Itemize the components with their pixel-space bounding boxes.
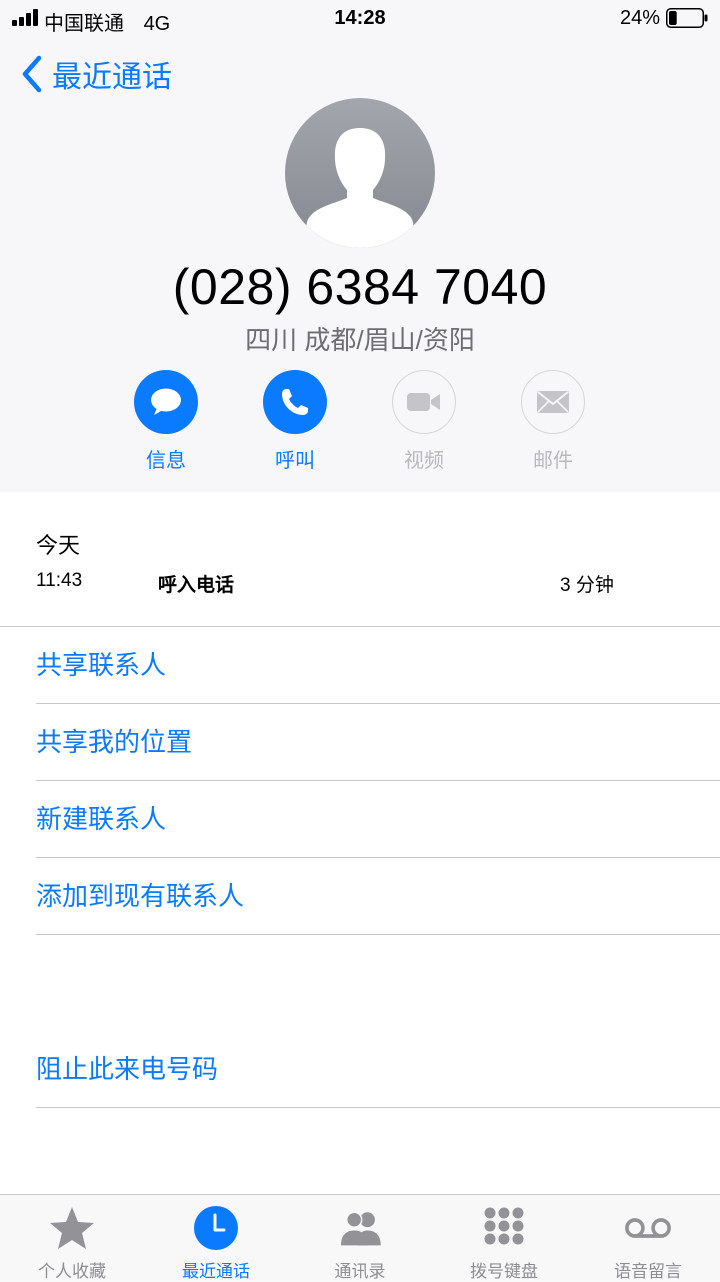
tab-label-voicemail: 语音留言 <box>614 1262 682 1281</box>
tab-keypad[interactable]: 拨号键盘 <box>432 1195 576 1281</box>
mail-label: 邮件 <box>533 450 573 472</box>
back-label: 最近通话 <box>52 61 172 94</box>
tab-voicemail[interactable]: 语音留言 <box>576 1195 720 1281</box>
person-silhouette-icon <box>285 98 435 248</box>
back-button[interactable]: 最近通话 <box>20 52 172 96</box>
add-to-existing-contact-link[interactable]: 添加到现有联系人 <box>36 876 244 916</box>
share-contact-link[interactable]: 共享联系人 <box>36 645 166 685</box>
call-duration: 3 分钟 <box>560 575 614 596</box>
message-bubble-icon <box>151 388 181 415</box>
share-location-link[interactable]: 共享我的位置 <box>36 722 192 762</box>
contact-avatar <box>285 98 435 248</box>
tab-recents[interactable]: 最近通话 <box>144 1195 288 1281</box>
action-buttons: 信息 呼叫 视频 邮件 <box>0 370 720 480</box>
divider <box>0 626 720 627</box>
call-label: 呼叫 <box>275 450 315 472</box>
tab-label-favorites: 个人收藏 <box>38 1262 106 1281</box>
tab-contacts[interactable]: 通讯录 <box>288 1195 432 1281</box>
phone-icon <box>282 389 308 415</box>
video-label: 视频 <box>404 450 444 472</box>
chevron-left-icon <box>22 55 42 93</box>
divider <box>36 1107 720 1108</box>
call-time: 11:43 <box>36 570 83 591</box>
video-action: 视频 <box>359 370 489 473</box>
battery-icon <box>666 8 708 28</box>
tab-favorites[interactable]: 个人收藏 <box>0 1195 144 1281</box>
call-type: 呼入电话 <box>158 575 235 596</box>
divider <box>36 780 720 781</box>
tab-label-contacts: 通讯录 <box>334 1262 386 1281</box>
tab-bar: 个人收藏 最近通话 通讯录 拨号键盘 语音留言 <box>0 1194 720 1281</box>
block-caller-link[interactable]: 阻止此来电号码 <box>36 1049 218 1089</box>
call-log-day: 今天 <box>36 533 81 558</box>
divider <box>36 934 720 935</box>
status-bar: 中国联通 4G 14:28 24% <box>0 0 720 38</box>
mail-action: 邮件 <box>488 370 618 473</box>
divider <box>36 703 720 704</box>
message-label: 信息 <box>146 450 186 472</box>
tab-label-recents: 最近通话 <box>182 1262 250 1281</box>
call-log-entry: 11:43 呼入电话 3 分钟 <box>36 570 636 596</box>
battery-percent: 24% <box>619 7 660 29</box>
call-button[interactable] <box>263 370 327 434</box>
keypad-icon <box>484 1207 524 1245</box>
video-button <box>392 370 456 434</box>
voicemail-icon <box>625 1218 671 1238</box>
contacts-icon <box>340 1211 381 1246</box>
caller-location: 四川 成都/眉山/资阳 <box>245 325 475 355</box>
new-contact-link[interactable]: 新建联系人 <box>36 799 166 839</box>
clock-icon <box>194 1206 238 1250</box>
mail-button <box>521 370 585 434</box>
call-action[interactable]: 呼叫 <box>230 370 360 473</box>
message-action[interactable]: 信息 <box>101 370 231 473</box>
video-camera-icon <box>407 393 440 411</box>
divider <box>36 857 720 858</box>
message-button[interactable] <box>134 370 198 434</box>
status-time: 14:28 <box>334 7 386 29</box>
star-icon <box>50 1207 94 1249</box>
tab-label-keypad: 拨号键盘 <box>470 1262 538 1281</box>
mail-icon <box>537 391 569 413</box>
phone-number: (028) 6384 7040 <box>172 259 548 315</box>
